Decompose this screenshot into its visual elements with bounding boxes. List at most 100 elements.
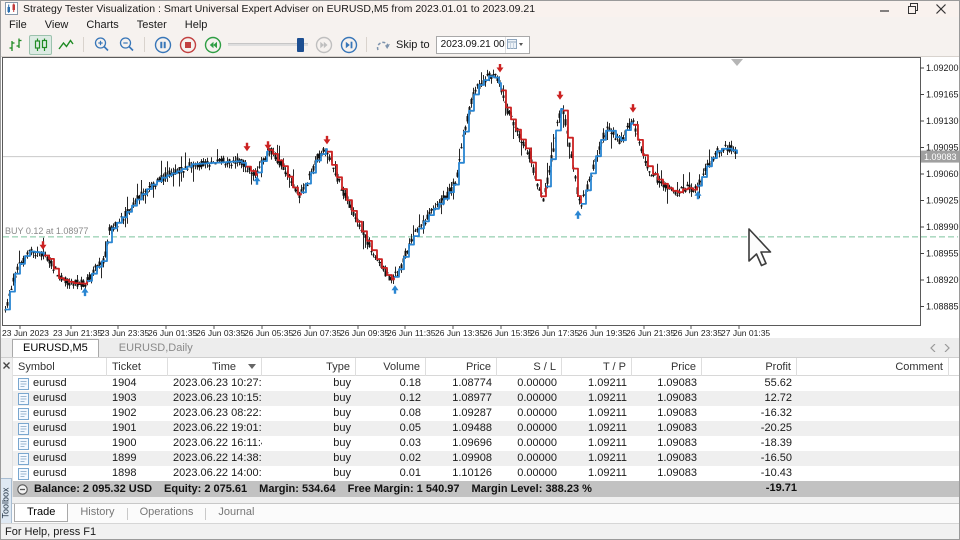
cell-profit: -16.32 bbox=[702, 406, 797, 421]
bars-chart-button[interactable] bbox=[4, 35, 27, 55]
cell-sl: 0.00000 bbox=[497, 406, 562, 421]
cell-comment bbox=[797, 421, 949, 436]
cell-type: buy bbox=[262, 421, 356, 436]
toolbox-close-button[interactable] bbox=[1, 360, 12, 371]
minimize-button[interactable] bbox=[871, 1, 899, 16]
table-row[interactable]: eurusd19022023.06.23 08:22:40buy0.081.09… bbox=[13, 406, 960, 421]
cell-type: buy bbox=[262, 436, 356, 451]
menu-tester[interactable]: Tester bbox=[128, 17, 176, 33]
pause-button[interactable] bbox=[151, 35, 174, 55]
table-row[interactable]: eurusd18992023.06.22 14:38:40buy0.021.09… bbox=[13, 451, 960, 466]
chart-tab-eurusd-daily[interactable]: EURUSD,Daily bbox=[109, 340, 203, 357]
trade-table: SymbolTicketTimeTypeVolumePriceS / LT / … bbox=[13, 358, 960, 497]
speed-slider[interactable] bbox=[228, 35, 308, 55]
zoom-in-button[interactable] bbox=[90, 35, 113, 55]
cell-symbol: eurusd bbox=[13, 391, 107, 406]
tab-history[interactable]: History bbox=[68, 504, 126, 521]
order-icon bbox=[18, 468, 29, 480]
menu-charts[interactable]: Charts bbox=[77, 17, 127, 33]
column-header-volume[interactable]: Volume bbox=[356, 358, 426, 376]
time-tick-label: 26 Jun 13:35 bbox=[435, 328, 484, 338]
cell-profit: 55.62 bbox=[702, 376, 797, 391]
buy-order-label: BUY 0.12 at 1.08977 bbox=[5, 226, 88, 236]
stop-icon bbox=[179, 36, 197, 54]
cell-volume: 0.08 bbox=[356, 406, 426, 421]
balance-row: Balance: 2 095.32 USDEquity: 2 075.61Mar… bbox=[13, 481, 960, 497]
chart-tab-eurusd-m5[interactable]: EURUSD,M5 bbox=[12, 339, 99, 357]
column-header-symbol[interactable]: Symbol bbox=[13, 358, 107, 376]
cell-symbol: eurusd bbox=[13, 376, 107, 391]
cell-price: 1.09287 bbox=[426, 406, 497, 421]
cell-symbol: eurusd bbox=[13, 451, 107, 466]
table-row[interactable]: eurusd19002023.06.22 16:11:40buy0.031.09… bbox=[13, 436, 960, 451]
balance-item: Margin Level: 388.23 % bbox=[471, 483, 591, 495]
menu-help[interactable]: Help bbox=[176, 17, 217, 33]
column-header-sl[interactable]: S / L bbox=[497, 358, 562, 376]
menu-file[interactable]: File bbox=[0, 17, 36, 33]
column-header-ticket[interactable]: Ticket bbox=[107, 358, 168, 376]
tab-operations[interactable]: Operations bbox=[128, 504, 206, 521]
toolbox-vertical-tab[interactable]: Toolbox bbox=[0, 478, 12, 528]
price-chart[interactable]: BUY 0.12 at 1.089771.092001.091651.09130… bbox=[0, 57, 960, 338]
cell-comment bbox=[797, 406, 949, 421]
calendar-dropdown-button[interactable] bbox=[505, 37, 527, 53]
collapse-icon[interactable] bbox=[17, 484, 28, 495]
time-tick-label: 26 Jun 17:35 bbox=[530, 328, 579, 338]
cell-time: 2023.06.22 19:01:40 bbox=[168, 421, 262, 436]
toolbar-separator bbox=[83, 37, 84, 52]
table-row[interactable]: eurusd19032023.06.23 10:15:40buy0.121.08… bbox=[13, 391, 960, 406]
menu-bar: File View Charts Tester Help bbox=[0, 17, 960, 33]
price-tick-label: 1.09060 bbox=[926, 169, 959, 179]
tab-trade[interactable]: Trade bbox=[14, 504, 68, 522]
balance-profit: -19.71 bbox=[707, 482, 797, 494]
pause-icon bbox=[154, 36, 172, 54]
cell-price: 1.10126 bbox=[426, 466, 497, 481]
cell-time: 2023.06.22 14:38:40 bbox=[168, 451, 262, 466]
cell-price_current: 1.09083 bbox=[632, 451, 702, 466]
price-tick-label: 1.08955 bbox=[926, 249, 959, 259]
cell-type: buy bbox=[262, 376, 356, 391]
cell-price_current: 1.09083 bbox=[632, 421, 702, 436]
cell-type: buy bbox=[262, 406, 356, 421]
toolbar-separator bbox=[366, 37, 367, 52]
skip-back-icon bbox=[204, 36, 222, 54]
order-icon bbox=[18, 453, 29, 465]
candles-chart-button[interactable] bbox=[29, 35, 52, 55]
column-header-comment[interactable]: Comment bbox=[797, 358, 949, 376]
column-header-price_current[interactable]: Price bbox=[632, 358, 702, 376]
chart-tabs-scroll-left[interactable] bbox=[926, 342, 940, 354]
cell-time: 2023.06.22 16:11:40 bbox=[168, 436, 262, 451]
balance-item: Balance: 2 095.32 USD bbox=[34, 483, 152, 495]
skip-back-button[interactable] bbox=[201, 35, 224, 55]
time-tick-label: 26 Jun 11:35 bbox=[387, 328, 436, 338]
skip-to-input[interactable] bbox=[437, 39, 505, 50]
time-tick-label: 26 Jun 23:35 bbox=[673, 328, 722, 338]
column-header-price[interactable]: Price bbox=[426, 358, 497, 376]
cell-time: 2023.06.22 14:00:20 bbox=[168, 466, 262, 481]
slider-track[interactable] bbox=[228, 43, 308, 46]
skip-to-end-button[interactable] bbox=[337, 35, 360, 55]
column-header-profit[interactable]: Profit bbox=[702, 358, 797, 376]
zoom-out-button[interactable] bbox=[115, 35, 138, 55]
stop-button[interactable] bbox=[176, 35, 199, 55]
line-chart-button[interactable] bbox=[54, 35, 77, 55]
table-row[interactable]: eurusd19042023.06.23 10:27:40buy0.181.08… bbox=[13, 376, 960, 391]
cell-sl: 0.00000 bbox=[497, 451, 562, 466]
close-button[interactable] bbox=[927, 1, 955, 16]
chart-tabs-scroll-right[interactable] bbox=[940, 342, 954, 354]
fast-forward-button[interactable] bbox=[312, 35, 335, 55]
column-header-type[interactable]: Type bbox=[262, 358, 356, 376]
cell-tp: 1.09211 bbox=[562, 406, 632, 421]
menu-view[interactable]: View bbox=[36, 17, 78, 33]
tab-journal[interactable]: Journal bbox=[206, 504, 266, 521]
order-icon bbox=[18, 408, 29, 420]
cell-price_current: 1.09083 bbox=[632, 436, 702, 451]
column-header-time[interactable]: Time bbox=[168, 358, 262, 376]
column-header-tp[interactable]: T / P bbox=[562, 358, 632, 376]
table-row[interactable]: eurusd19012023.06.22 19:01:40buy0.051.09… bbox=[13, 421, 960, 436]
slider-handle[interactable] bbox=[297, 38, 304, 52]
cell-sl: 0.00000 bbox=[497, 466, 562, 481]
skip-to-label: Skip to bbox=[396, 39, 430, 51]
table-row[interactable]: eurusd18982023.06.22 14:00:20buy0.011.10… bbox=[13, 466, 960, 481]
maximize-button[interactable] bbox=[899, 1, 927, 16]
